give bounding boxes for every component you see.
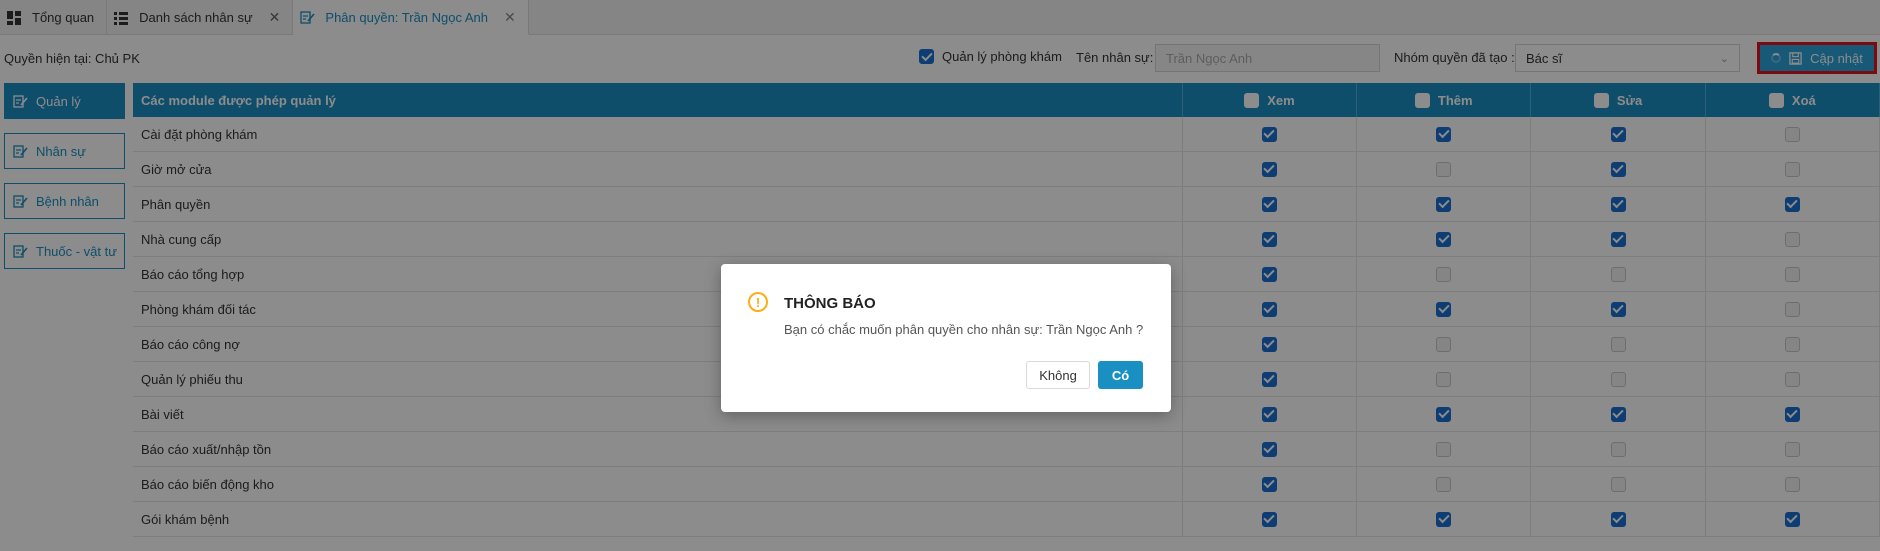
yes-button[interactable]: Có: [1098, 361, 1143, 389]
exclamation-circle-icon: !: [748, 292, 768, 312]
dialog-title: THÔNG BÁO: [784, 295, 876, 312]
no-button[interactable]: Không: [1026, 361, 1090, 389]
confirm-dialog: ! THÔNG BÁO Bạn có chắc muốn phân quyền …: [721, 264, 1171, 412]
dialog-message: Bạn có chắc muốn phân quyền cho nhân sự:…: [784, 322, 1144, 337]
